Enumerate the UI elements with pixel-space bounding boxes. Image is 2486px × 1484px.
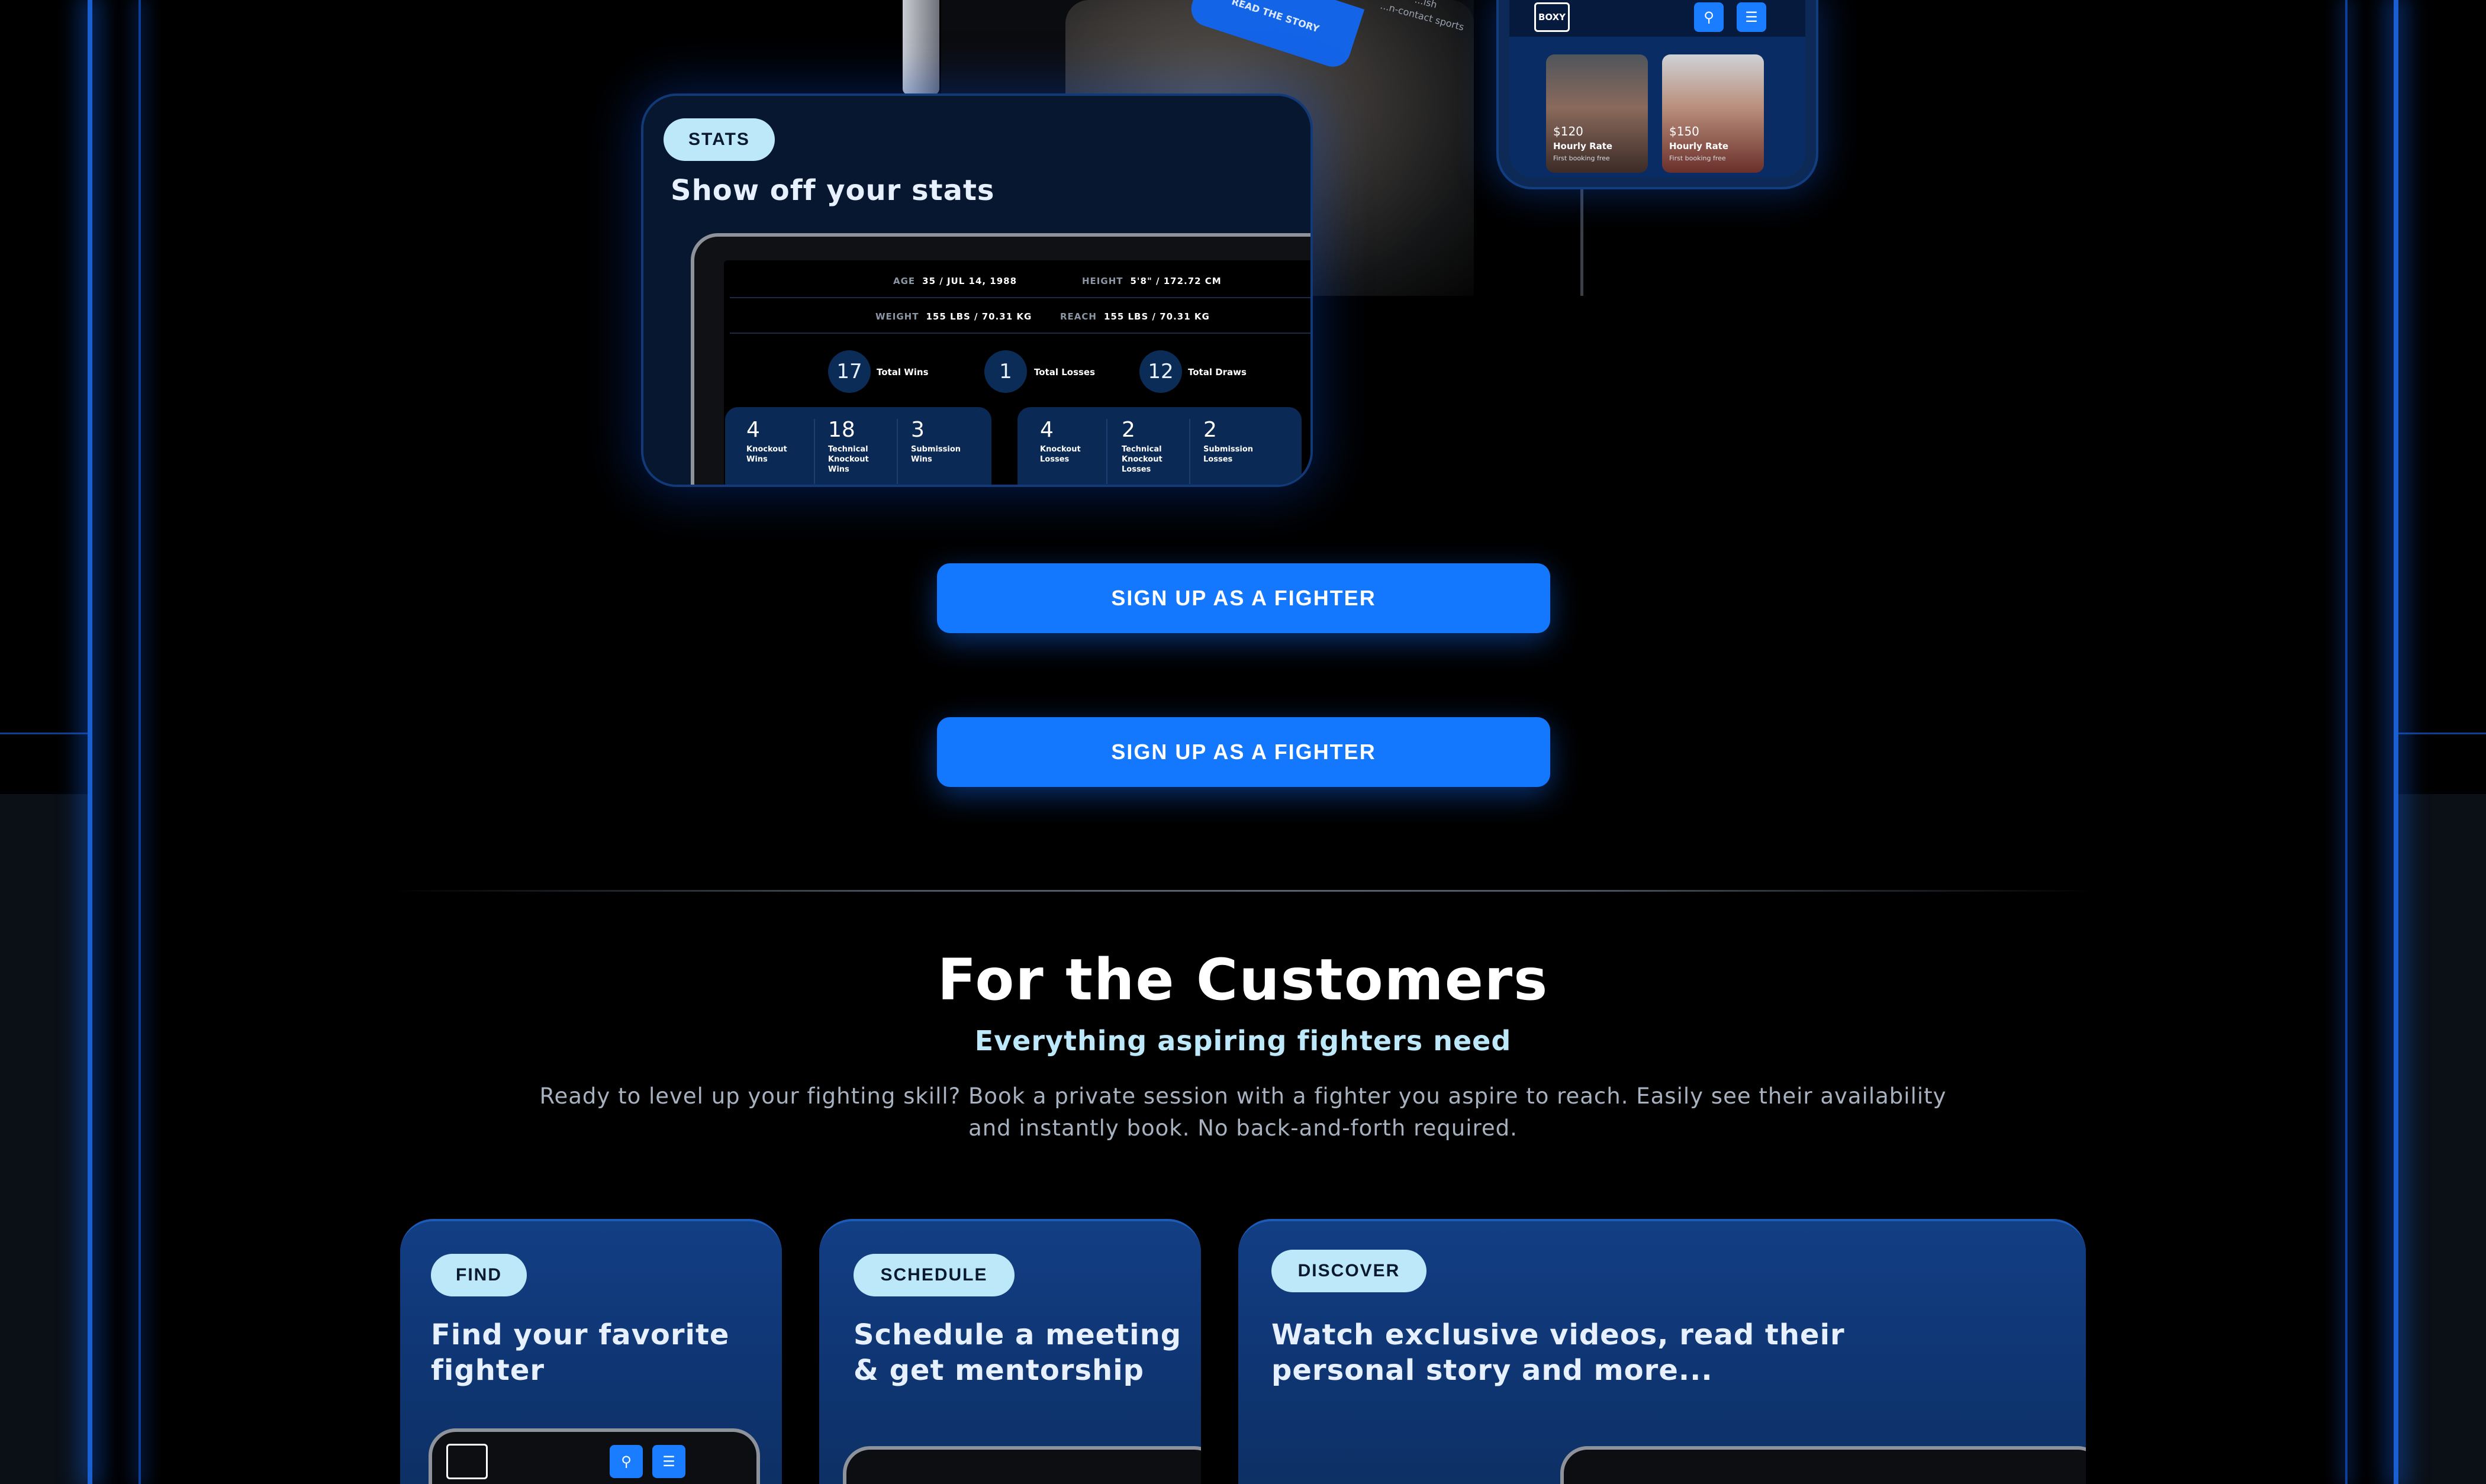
fighter-rate-label: Hourly Rate	[1553, 141, 1613, 151]
total-draws-label: Total Draws	[1188, 367, 1247, 378]
submission-losses-label: Submission Losses	[1203, 445, 1254, 464]
age-info: AGE 35 / JUL 14, 1988	[893, 276, 1017, 286]
section-divider	[391, 890, 2095, 892]
knockout-losses-value: 4	[1040, 418, 1054, 442]
frame-divider-right	[2398, 733, 2486, 734]
submission-losses-value: 2	[1203, 418, 1217, 442]
feature-title: Find your favorite fighter	[431, 1318, 730, 1387]
side-panel-right	[2398, 794, 2486, 1484]
total-draws-value: 12	[1139, 350, 1182, 393]
fighter-rate-sub: First booking free	[1669, 154, 1726, 162]
frame-border-left	[88, 0, 92, 1484]
phone-mockup: ⚲ ☰	[429, 1428, 760, 1484]
tablet-mockup: AGE 35 / JUL 14, 1988 HEIGHT 5'8" / 172.72…	[691, 233, 1310, 485]
tko-wins-value: 18	[828, 418, 855, 442]
schedule-badge: SCHEDULE	[854, 1254, 1015, 1296]
boxy-logo: BOXY	[1534, 2, 1570, 32]
fighter-rate-sub: First booking free	[1553, 154, 1610, 162]
divider	[1189, 419, 1190, 484]
total-losses-value: 1	[984, 350, 1027, 393]
divider	[814, 419, 815, 484]
section-description: Ready to level up your fighting skill? B…	[539, 1083, 1947, 1141]
frame-border-right	[2394, 0, 2398, 1484]
submission-wins-label: Submission Wins	[911, 445, 961, 464]
fighter-rate-label: Hourly Rate	[1669, 141, 1729, 151]
feature-title: Schedule a meeting & get mentorship	[854, 1318, 1182, 1387]
knockout-wins-label: Knockout Wins	[746, 445, 787, 464]
stats-feature-card: STATS Show off your stats AGE 35 / JUL 14…	[641, 93, 1313, 487]
search-icon[interactable]: ⚲	[610, 1445, 643, 1478]
search-icon[interactable]: ⚲	[1694, 2, 1724, 32]
menu-icon[interactable]: ☰	[652, 1445, 685, 1478]
section-subtitle: Everything aspiring fighters need	[974, 1025, 1512, 1057]
divider	[1106, 419, 1107, 484]
feature-card-discover[interactable]: DISCOVER Watch exclusive videos, read th…	[1238, 1219, 2086, 1484]
separator	[730, 297, 1310, 298]
fighter-card[interactable]: $120 Hourly Rate First booking free	[1546, 54, 1648, 173]
menu-icon[interactable]: ☰	[1737, 2, 1766, 32]
stats-badge: STATS	[664, 118, 775, 161]
phone-header: BOXY ⚲ ☰	[1509, 0, 1805, 37]
reach-info: REACH 155 LBS / 70.31 KG	[1060, 311, 1210, 322]
frame-inner-right	[2345, 0, 2347, 1484]
height-info: HEIGHT 5'8" / 172.72 CM	[1082, 276, 1222, 286]
feature-title: Watch exclusive videos, read their perso…	[1271, 1318, 1845, 1387]
wins-breakdown: 4 Knockout Wins 18 Technical Knockout Wins…	[725, 407, 991, 485]
tko-losses-value: 2	[1122, 418, 1135, 442]
find-badge: FIND	[431, 1254, 527, 1296]
boxy-logo	[446, 1444, 488, 1479]
stats-title: Show off your stats	[671, 174, 995, 207]
fighter-card[interactable]: $150 Hourly Rate First booking free	[1662, 54, 1764, 173]
knockout-losses-label: Knockout Losses	[1040, 445, 1081, 464]
total-wins-value: 17	[828, 350, 871, 393]
side-panel-left	[0, 794, 88, 1484]
tko-losses-label: Technical Knockout Losses	[1122, 445, 1163, 474]
sign-up-fighter-button[interactable]: SIGN UP AS A FIGHTER	[937, 563, 1550, 633]
device-edge	[903, 0, 939, 95]
feature-card-schedule[interactable]: SCHEDULE Schedule a meeting & get mentor…	[819, 1219, 1201, 1484]
divider	[897, 419, 898, 484]
knockout-wins-value: 4	[746, 418, 760, 442]
device-stand	[1580, 178, 1583, 296]
total-losses-label: Total Losses	[1034, 367, 1096, 378]
fighter-price: $150	[1669, 124, 1699, 138]
feature-card-find[interactable]: FIND Find your favorite fighter ⚲ ☰	[400, 1219, 782, 1484]
section-title: For the Customers	[937, 947, 1549, 1013]
phone-mockup: BOXY ⚲ ☰ $120 Hourly Rate First booking …	[1496, 0, 1818, 189]
frame-divider-left	[0, 733, 88, 734]
tablet-mockup	[1560, 1446, 2086, 1484]
phone-screen: BOXY ⚲ ☰ $120 Hourly Rate First booking …	[1509, 0, 1805, 178]
tko-wins-label: Technical Knockout Wins	[828, 445, 869, 474]
total-wins-label: Total Wins	[877, 367, 929, 378]
separator	[730, 333, 1310, 334]
discover-badge: DISCOVER	[1271, 1250, 1426, 1292]
weight-info: WEIGHT 155 LBS / 70.31 KG	[875, 311, 1032, 322]
stats-screen: AGE 35 / JUL 14, 1988 HEIGHT 5'8" / 172.72…	[724, 260, 1310, 485]
submission-wins-value: 3	[911, 418, 925, 442]
losses-breakdown: 4 Knockout Losses 2 Technical Knockout Los…	[1017, 407, 1302, 485]
sign-up-fighter-button-secondary[interactable]: SIGN UP AS A FIGHTER	[937, 717, 1550, 787]
tablet-mockup	[843, 1446, 1201, 1484]
frame-inner-left	[139, 0, 141, 1484]
fighter-price: $120	[1553, 124, 1583, 138]
